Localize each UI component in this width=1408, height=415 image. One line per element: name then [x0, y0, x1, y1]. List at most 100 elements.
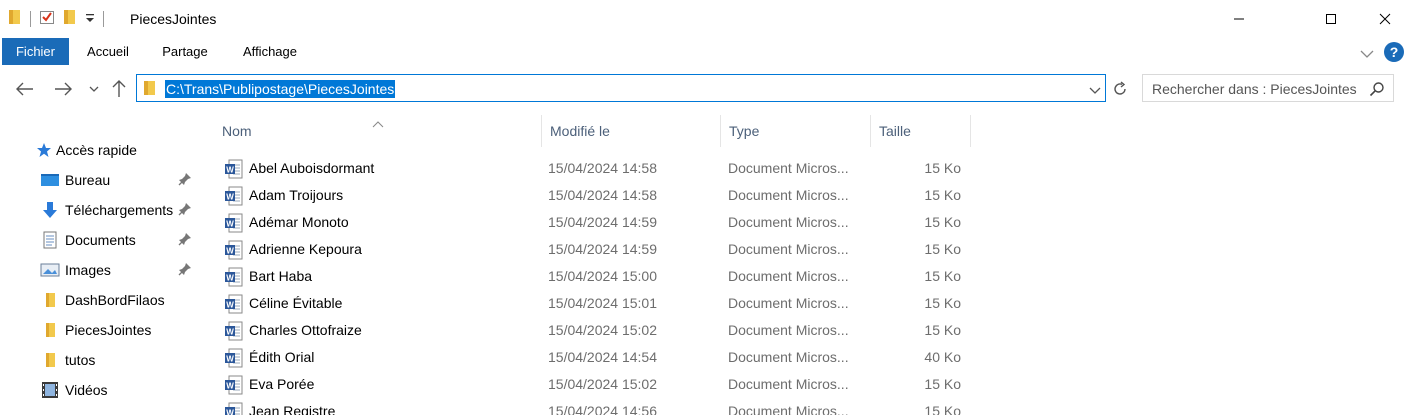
pin-icon[interactable]	[178, 202, 192, 219]
file-date: 15/04/2024 14:59	[548, 241, 657, 257]
nav-item-acces-rapide[interactable]: Accès rapide	[0, 136, 200, 164]
svg-text:W: W	[226, 274, 234, 283]
file-row[interactable]: W Adam Troijours 15/04/2024 14:58 Document …	[200, 182, 1408, 209]
nav-item-telechargements[interactable]: Téléchargements	[0, 196, 200, 224]
properties-icon[interactable]	[39, 9, 55, 28]
file-size: 15 Ko	[924, 214, 961, 230]
nav-item-documents[interactable]: Documents	[0, 226, 200, 254]
pin-icon[interactable]	[178, 262, 192, 279]
svg-text:W: W	[226, 193, 234, 202]
file-name: Abel Auboisdormant	[249, 160, 375, 176]
download-icon	[40, 200, 60, 220]
tab-accueil[interactable]: Accueil	[78, 38, 138, 65]
svg-text:W: W	[226, 382, 234, 391]
file-row[interactable]: W Charles Ottofraize 15/04/2024 15:02 Docum…	[200, 317, 1408, 344]
nav-item-label: tutos	[65, 352, 96, 368]
svg-text:W: W	[226, 166, 234, 175]
column-header-size[interactable]: Taille	[871, 115, 971, 147]
search-input[interactable]: Rechercher dans : PiecesJointes	[1152, 81, 1357, 97]
file-date: 15/04/2024 14:58	[548, 160, 657, 176]
recent-locations-button[interactable]	[83, 78, 105, 100]
file-type: Document Micros...	[728, 268, 849, 284]
videos-icon	[40, 380, 60, 400]
svg-text:W: W	[226, 409, 234, 415]
file-date: 15/04/2024 15:02	[548, 376, 657, 392]
pin-icon[interactable]	[178, 232, 192, 249]
back-button[interactable]	[14, 78, 36, 100]
file-type: Document Micros...	[728, 160, 849, 176]
file-row[interactable]: W Adémar Monoto 15/04/2024 14:59 Document M…	[200, 209, 1408, 236]
file-row[interactable]: W Jean Registre 15/04/2024 14:56 Document M…	[200, 398, 1408, 415]
file-type: Document Micros...	[728, 322, 849, 338]
file-name: Adémar Monoto	[249, 214, 349, 230]
file-type: Document Micros...	[728, 187, 849, 203]
address-bar[interactable]: C:\Trans\Publipostage\PiecesJointes	[136, 74, 1106, 102]
file-size: 15 Ko	[924, 160, 961, 176]
customize-qat-icon[interactable]	[85, 11, 95, 27]
help-icon[interactable]: ?	[1384, 42, 1404, 65]
word-document-icon: W	[224, 348, 244, 371]
close-button[interactable]	[1362, 0, 1408, 38]
chevron-down-icon	[89, 86, 99, 92]
nav-item-label: Bureau	[65, 172, 111, 188]
tab-affichage[interactable]: Affichage	[234, 38, 306, 65]
tab-fichier[interactable]: Fichier	[2, 38, 69, 65]
svg-text:W: W	[226, 355, 234, 364]
nav-item-label: Téléchargements	[65, 202, 174, 218]
search-box[interactable]: Rechercher dans : PiecesJointes	[1142, 74, 1394, 102]
ribbon-expand-icon[interactable]	[1360, 46, 1374, 62]
file-name: Charles Ottofraize	[249, 322, 362, 338]
file-row[interactable]: W Abel Auboisdormant 15/04/2024 14:58 Docum…	[200, 155, 1408, 182]
nav-item-tutos[interactable]: tutos	[0, 346, 200, 374]
word-document-icon: W	[224, 159, 244, 182]
nav-item-bureau[interactable]: Bureau	[0, 166, 200, 194]
file-size: 15 Ko	[924, 241, 961, 257]
documents-icon	[40, 230, 60, 250]
pin-icon[interactable]	[178, 172, 192, 189]
column-header-date[interactable]: Modifié le	[542, 115, 721, 147]
address-history-icon[interactable]	[1089, 83, 1101, 99]
file-size: 15 Ko	[924, 376, 961, 392]
navigation-pane: Accès rapide Bureau Téléchargements Docu…	[0, 120, 200, 415]
folder-icon	[40, 290, 60, 310]
file-row[interactable]: W Bart Haba 15/04/2024 15:00 Document Micro…	[200, 263, 1408, 290]
nav-item-videos[interactable]: Vidéos	[0, 376, 200, 404]
file-row[interactable]: W Eva Porée 15/04/2024 15:02 Document Micro…	[200, 371, 1408, 398]
nav-item-piecesjointes[interactable]: PiecesJointes	[0, 316, 200, 344]
file-size: 15 Ko	[924, 403, 961, 415]
arrow-up-icon	[112, 80, 126, 97]
refresh-icon[interactable]	[1111, 80, 1129, 101]
word-document-icon: W	[224, 321, 244, 344]
svg-text:W: W	[226, 247, 234, 256]
file-name: Adrienne Kepoura	[249, 241, 362, 257]
forward-button[interactable]	[52, 78, 74, 100]
column-header-name[interactable]: Nom	[214, 115, 542, 147]
nav-item-dashbordfilaos[interactable]: DashBordFilaos	[0, 286, 200, 314]
tab-partage[interactable]: Partage	[154, 38, 216, 65]
file-type: Document Micros...	[728, 349, 849, 365]
folder-icon	[40, 350, 60, 370]
file-date: 15/04/2024 15:02	[548, 322, 657, 338]
file-type: Document Micros...	[728, 403, 849, 415]
file-row[interactable]: W Céline Évitable 15/04/2024 15:01 Document…	[200, 290, 1408, 317]
address-path[interactable]: C:\Trans\Publipostage\PiecesJointes	[165, 80, 396, 98]
file-date: 15/04/2024 14:54	[548, 349, 657, 365]
file-name: Édith Orial	[249, 349, 315, 365]
file-row[interactable]: W Adrienne Kepoura 15/04/2024 14:59 Documen…	[200, 236, 1408, 263]
nav-item-images[interactable]: Images	[0, 256, 200, 284]
file-type: Document Micros...	[728, 295, 849, 311]
minimize-button[interactable]	[1216, 0, 1262, 38]
nav-item-label: DashBordFilaos	[65, 292, 165, 308]
nav-item-label: Documents	[65, 232, 136, 248]
maximize-button[interactable]	[1308, 0, 1354, 38]
word-document-icon: W	[224, 267, 244, 290]
minimize-icon	[1234, 18, 1244, 20]
nav-item-label: Accès rapide	[56, 142, 137, 158]
file-row[interactable]: W Édith Orial 15/04/2024 14:54 Document Mic…	[200, 344, 1408, 371]
column-header-type[interactable]: Type	[721, 115, 871, 147]
up-button[interactable]	[108, 78, 130, 100]
new-folder-icon[interactable]	[63, 9, 77, 28]
word-document-icon: W	[224, 294, 244, 317]
maximize-icon	[1326, 14, 1336, 24]
window-title: PiecesJointes	[130, 11, 217, 27]
